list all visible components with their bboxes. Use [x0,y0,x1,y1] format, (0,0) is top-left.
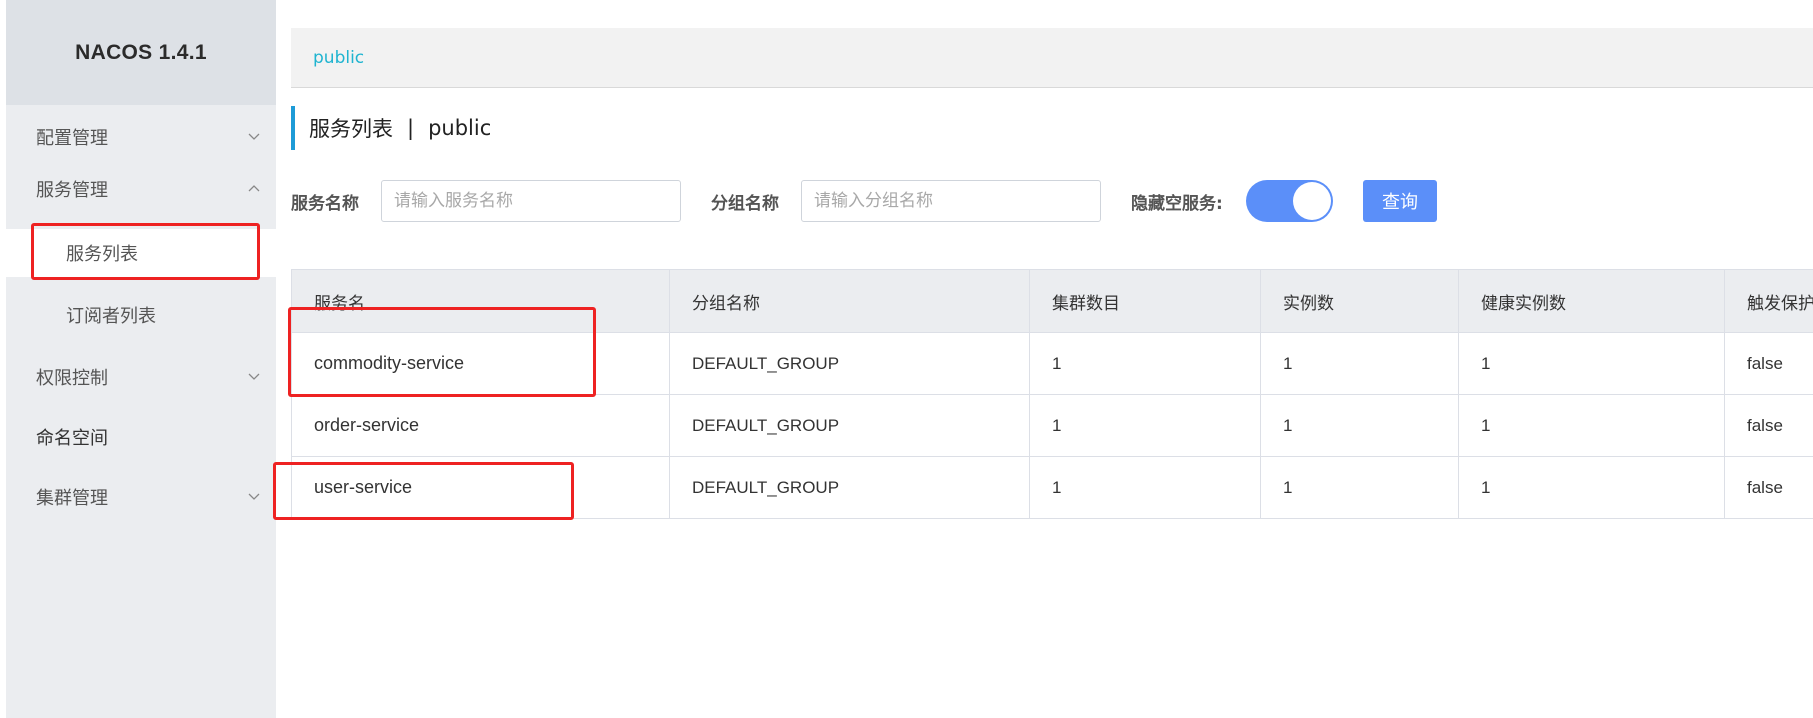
toggle-knob [1293,182,1331,220]
title-separator: | [407,116,415,140]
sidebar-item-service-list[interactable]: 服务列表 [6,229,276,277]
service-name-label: 服务名称 [291,193,359,214]
sidebar-item-subscriber-list[interactable]: 订阅者列表 [6,291,276,339]
group-name-cell: DEFAULT_GROUP [669,394,1030,457]
chevron-down-icon [248,493,260,500]
table-row[interactable]: order-service DEFAULT_GROUP 1 1 1 false [291,394,1813,457]
service-table: 服务名 分组名称 集群数目 实例数 健康实例数 触发保护 commodity-s… [291,269,1813,519]
cluster-count-cell: 1 [1029,394,1261,457]
healthy-instance-count-cell: 1 [1458,456,1725,519]
protect-threshold-cell: false [1724,394,1813,457]
table-row[interactable]: user-service DEFAULT_GROUP 1 1 1 false [291,456,1813,519]
chevron-down-icon [248,373,260,380]
cluster-count-cell: 1 [1029,456,1261,519]
namespace-tab-public[interactable]: public [313,28,364,88]
query-button[interactable]: 查询 [1363,180,1437,222]
group-name-cell: DEFAULT_GROUP [669,456,1030,519]
sidebar: NACOS 1.4.1 配置管理 服务管理 服务列表 订阅者列表 权限控制 命名… [6,0,276,718]
instance-count-cell: 1 [1260,456,1459,519]
sidebar-item-label: 配置管理 [36,128,108,149]
column-header-healthy-instance-count: 健康实例数 [1458,269,1725,333]
hide-empty-service-toggle[interactable] [1246,180,1333,222]
service-name-cell: commodity-service [291,332,670,395]
healthy-instance-count-cell: 1 [1458,332,1725,395]
protect-threshold-cell: false [1724,456,1813,519]
sidebar-item-cluster-management[interactable]: 集群管理 [6,473,276,521]
service-name-cell: user-service [291,456,670,519]
chevron-down-icon [248,133,260,140]
column-header-group-name: 分组名称 [669,269,1030,333]
service-name-input[interactable] [381,180,681,222]
column-header-cluster-count: 集群数目 [1029,269,1261,333]
cluster-count-cell: 1 [1029,332,1261,395]
page-title: 服务列表 | public [291,106,491,150]
sidebar-item-service-management[interactable]: 服务管理 [6,165,276,213]
sidebar-item-label: 命名空间 [36,428,108,449]
sidebar-item-access-control[interactable]: 权限控制 [6,353,276,401]
app-logo: NACOS 1.4.1 [6,0,276,105]
sidebar-item-label: 服务列表 [66,244,138,265]
sidebar-item-label: 服务管理 [36,180,108,201]
group-name-cell: DEFAULT_GROUP [669,332,1030,395]
page-title-namespace: public [428,116,492,140]
chevron-up-icon [248,185,260,192]
table-row[interactable]: commodity-service DEFAULT_GROUP 1 1 1 fa… [291,332,1813,395]
healthy-instance-count-cell: 1 [1458,394,1725,457]
hide-empty-service-label: 隐藏空服务: [1131,193,1223,214]
instance-count-cell: 1 [1260,394,1459,457]
instance-count-cell: 1 [1260,332,1459,395]
namespace-tab-bar: public [291,28,1813,88]
service-name-cell: order-service [291,394,670,457]
page-title-text: 服务列表 [309,117,393,141]
group-name-input[interactable] [801,180,1101,222]
column-header-protect-threshold: 触发保护 [1724,269,1813,333]
sidebar-item-label: 集群管理 [36,488,108,509]
protect-threshold-cell: false [1724,332,1813,395]
group-name-label: 分组名称 [711,193,779,214]
sidebar-item-label: 订阅者列表 [66,306,156,327]
sidebar-item-namespace[interactable]: 命名空间 [6,413,276,461]
column-header-service-name: 服务名 [291,269,670,333]
table-header-row: 服务名 分组名称 集群数目 实例数 健康实例数 触发保护 [291,269,1813,333]
sidebar-item-label: 权限控制 [36,368,108,389]
column-header-instance-count: 实例数 [1260,269,1459,333]
sidebar-item-config-management[interactable]: 配置管理 [6,113,276,161]
app-root: NACOS 1.4.1 配置管理 服务管理 服务列表 订阅者列表 权限控制 命名… [0,0,1813,718]
